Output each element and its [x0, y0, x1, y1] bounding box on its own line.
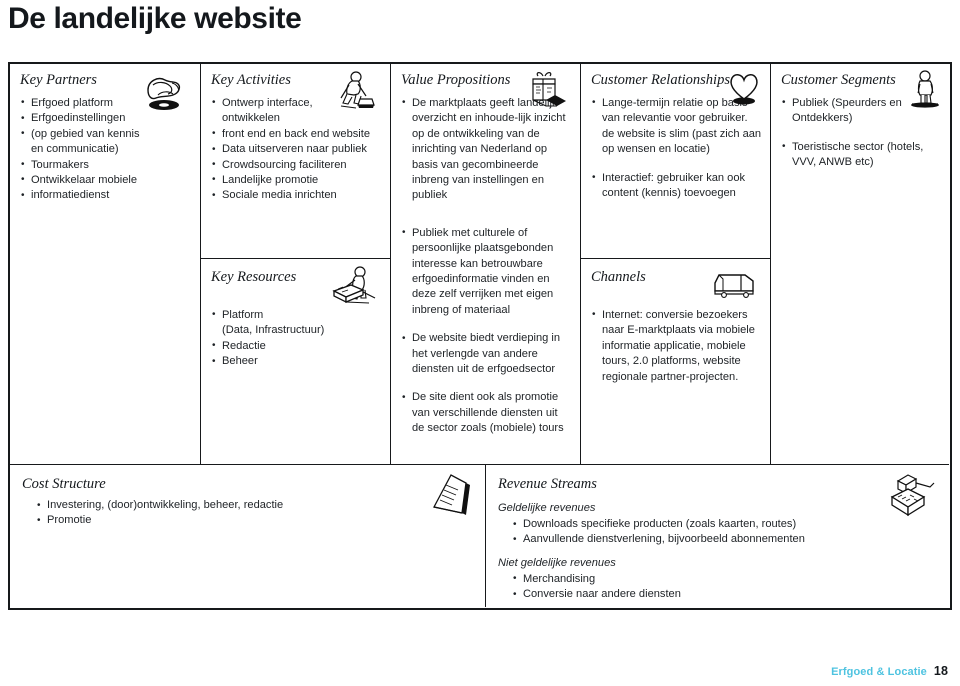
list-item: Aanvullende dienstverlening, bijvoorbeel… [512, 532, 941, 548]
list-item: Beheer [211, 354, 382, 370]
list-item: informatiedienst [20, 188, 192, 204]
list-item: Publiek met culturele of persoonlijke pl… [401, 225, 572, 318]
block-customer-relationships: Customer Relationships Lange-termijn rel… [581, 64, 771, 259]
key-partners-list: Erfgoed platform Erfgoedinstellingen (op… [10, 95, 200, 204]
list-item: Downloads specifieke producten (zoals ka… [512, 516, 941, 532]
cash-register-icon [884, 471, 938, 521]
list-item: Promotie [36, 513, 477, 529]
list-item: De website biedt verdieping in het verle… [401, 331, 572, 377]
key-resources-heading: Key Resources [211, 269, 297, 285]
customer-segments-heading: Customer Segments [781, 72, 896, 88]
key-resources-list: Platform (Data, Infrastructuur) Redactie… [201, 307, 390, 370]
key-partners-heading: Key Partners [20, 72, 97, 88]
business-model-canvas: Key Partners Erfgoed platform Erfgoedins… [8, 62, 952, 610]
list-item: Platform (Data, Infrastructuur) [211, 307, 382, 339]
list-item: Ontwikkelaar mobiele [20, 172, 192, 188]
list-item: De marktplaats geeft landelijk overzicht… [401, 95, 572, 204]
revenue-group-subheading: Niet geldelijke revenues [498, 556, 616, 569]
list-item: Redactie [211, 338, 382, 354]
footer: Erfgoed & Locatie 18 [831, 664, 948, 678]
channels-heading: Channels [591, 269, 646, 285]
block-revenue-streams: Revenue Streams Geldelijke revenues Down… [486, 465, 949, 607]
revenue-streams-heading: Revenue Streams [498, 476, 597, 492]
list-item-continuation: en communicatie) [31, 143, 119, 156]
block-key-partners: Key Partners Erfgoed platform Erfgoedins… [10, 64, 201, 465]
block-cost-structure: Cost Structure Investering, (door)ontwik… [10, 465, 486, 607]
revenue-group-list: Downloads specifieke producten (zoals ka… [486, 516, 949, 548]
block-channels: Channels Internet: conversie bezoekers n… [581, 259, 771, 465]
block-value-propositions: Value Propositions De marktplaats geeft … [391, 64, 581, 465]
invoice-papers-icon [422, 471, 474, 519]
list-item: Merchandising [512, 571, 941, 587]
channels-list: Internet: conversie bezoekers naar E-mar… [581, 307, 770, 385]
key-activities-heading: Key Activities [211, 72, 291, 88]
page-title: De landelijke website [8, 2, 302, 35]
list-item: front end en back end website [211, 126, 382, 142]
list-item: Conversie naar andere diensten [512, 587, 941, 603]
list-item: Crowdsourcing faciliteren [211, 157, 382, 173]
customer-relationships-list: Lange-termijn relatie op basis van relev… [581, 95, 770, 202]
list-item: Landelijke promotie [211, 172, 382, 188]
value-propositions-top-list: De marktplaats geeft landelijk overzicht… [391, 95, 580, 204]
list-item: Sociale media inrichten [211, 188, 382, 204]
list-item: Data uitserveren naar publiek [211, 142, 382, 158]
list-item: Investering, (door)ontwikkeling, beheer,… [36, 497, 477, 513]
revenue-group-subheading: Geldelijke revenues [498, 502, 596, 514]
block-key-resources: Key Resources Platform (Data, Infrastruc… [201, 259, 391, 465]
list-item: Erfgoedinstellingen [20, 111, 192, 127]
list-item: Internet: conversie bezoekers naar E-mar… [591, 307, 762, 385]
revenue-group-list: Merchandising Conversie naar andere dien… [486, 571, 949, 603]
value-propositions-heading: Value Propositions [401, 72, 511, 88]
footer-brand: Erfgoed & Locatie [831, 666, 927, 678]
block-key-activities: Key Activities Ontwerp interface, ontwik… [201, 64, 391, 259]
cost-structure-list: Investering, (door)ontwikkeling, beheer,… [10, 497, 485, 529]
value-propositions-bottom-list: Publiek met culturele of persoonlijke pl… [391, 225, 580, 437]
customer-relationships-heading: Customer Relationships [591, 72, 730, 88]
page-number: 18 [933, 664, 948, 678]
block-customer-segments: Customer Segments Publiek (Speurders en … [771, 64, 949, 465]
list-item: Toeristische sector (hotels, VVV, ANWB e… [781, 139, 941, 171]
list-item: (op gebied van kennis [20, 126, 192, 142]
key-activities-list: Ontwerp interface, ontwikkelen front end… [201, 95, 390, 204]
cost-structure-heading: Cost Structure [22, 476, 106, 492]
list-item: Tourmakers [20, 157, 192, 173]
list-item: Interactief: gebruiker kan ook content (… [591, 170, 762, 202]
list-item: De site dient ook als promotie van versc… [401, 390, 572, 436]
